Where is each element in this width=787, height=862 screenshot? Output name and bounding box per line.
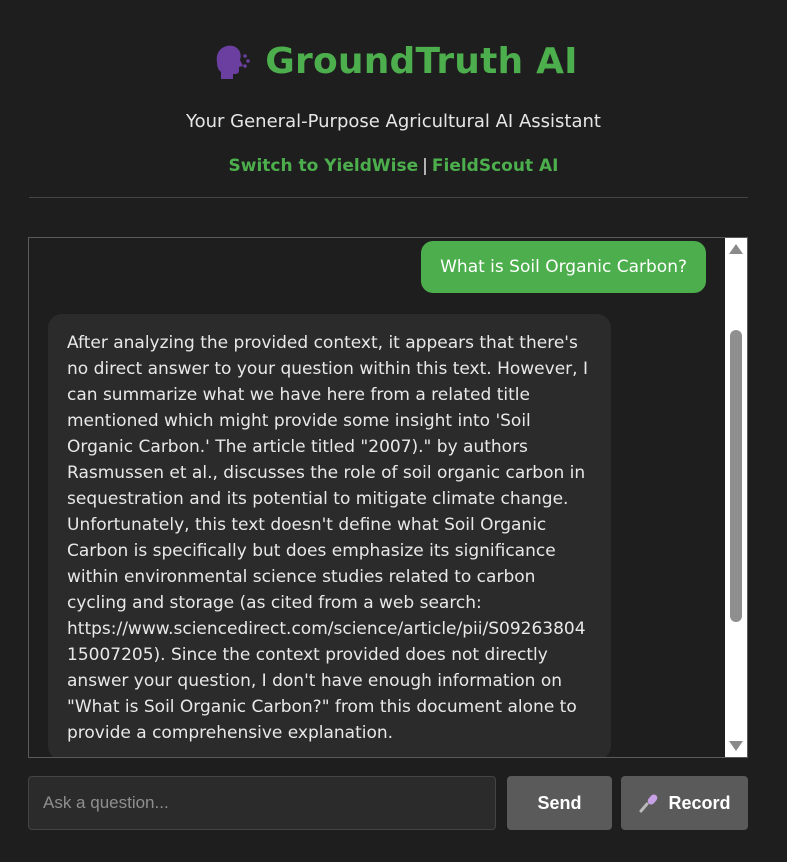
microphone-icon: [639, 794, 658, 813]
speaking-head-icon: [216, 45, 251, 79]
page-title: GroundTruth AI: [265, 40, 578, 82]
question-input[interactable]: [28, 776, 496, 830]
page-subtitle: Your General-Purpose Agricultural AI Ass…: [186, 111, 601, 132]
scroll-up-arrow-icon[interactable]: [729, 244, 743, 254]
header-divider: [29, 197, 748, 198]
chat-messages: What is Soil Organic Carbon? After analy…: [29, 238, 725, 757]
send-button-label: Send: [537, 792, 582, 813]
switch-yieldwise-link[interactable]: Switch to YieldWise: [229, 156, 419, 176]
scrollbar-thumb[interactable]: [730, 330, 742, 622]
record-button[interactable]: Record: [621, 776, 748, 830]
assistant-message: After analyzing the provided context, it…: [48, 314, 611, 757]
send-button[interactable]: Send: [507, 776, 612, 830]
user-message: What is Soil Organic Carbon?: [421, 241, 706, 293]
scroll-down-arrow-icon[interactable]: [729, 741, 743, 751]
chat-window[interactable]: What is Soil Organic Carbon? After analy…: [28, 237, 748, 758]
link-separator: |: [422, 156, 428, 176]
switch-links: Switch to YieldWise | FieldScout AI: [0, 156, 787, 176]
record-button-label: Record: [668, 792, 731, 813]
app-title: GroundTruth AI: [0, 40, 787, 82]
chat-scrollbar[interactable]: [725, 238, 747, 757]
switch-fieldscout-link[interactable]: FieldScout AI: [432, 156, 559, 176]
